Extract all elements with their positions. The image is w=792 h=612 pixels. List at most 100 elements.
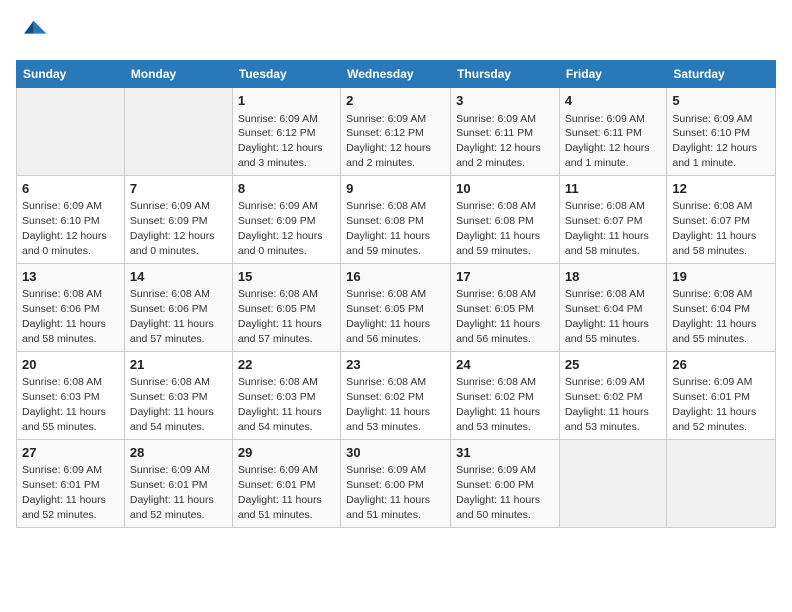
day-info: Sunrise: 6:08 AMSunset: 6:05 PMDaylight:… <box>238 288 322 345</box>
calendar-cell: 6 Sunrise: 6:09 AMSunset: 6:10 PMDayligh… <box>17 175 125 263</box>
calendar-cell: 29 Sunrise: 6:09 AMSunset: 6:01 PMDaylig… <box>232 439 340 527</box>
calendar-cell <box>124 88 232 176</box>
day-number: 20 <box>22 356 119 374</box>
day-number: 31 <box>456 444 554 462</box>
day-info: Sunrise: 6:08 AMSunset: 6:08 PMDaylight:… <box>346 200 430 257</box>
weekday-header-cell: Thursday <box>451 61 560 88</box>
day-info: Sunrise: 6:09 AMSunset: 6:01 PMDaylight:… <box>238 464 322 521</box>
day-info: Sunrise: 6:08 AMSunset: 6:06 PMDaylight:… <box>22 288 106 345</box>
calendar-cell: 2 Sunrise: 6:09 AMSunset: 6:12 PMDayligh… <box>341 88 451 176</box>
day-info: Sunrise: 6:08 AMSunset: 6:08 PMDaylight:… <box>456 200 540 257</box>
day-info: Sunrise: 6:08 AMSunset: 6:04 PMDaylight:… <box>672 288 756 345</box>
calendar-cell: 30 Sunrise: 6:09 AMSunset: 6:00 PMDaylig… <box>341 439 451 527</box>
day-number: 21 <box>130 356 227 374</box>
day-number: 30 <box>346 444 445 462</box>
day-number: 4 <box>565 92 661 110</box>
day-number: 23 <box>346 356 445 374</box>
day-number: 11 <box>565 180 661 198</box>
calendar-cell: 20 Sunrise: 6:08 AMSunset: 6:03 PMDaylig… <box>17 351 125 439</box>
calendar-cell: 24 Sunrise: 6:08 AMSunset: 6:02 PMDaylig… <box>451 351 560 439</box>
day-info: Sunrise: 6:09 AMSunset: 6:01 PMDaylight:… <box>130 464 214 521</box>
day-number: 22 <box>238 356 335 374</box>
calendar-cell: 14 Sunrise: 6:08 AMSunset: 6:06 PMDaylig… <box>124 263 232 351</box>
weekday-header-cell: Tuesday <box>232 61 340 88</box>
day-info: Sunrise: 6:09 AMSunset: 6:00 PMDaylight:… <box>456 464 540 521</box>
calendar-cell: 9 Sunrise: 6:08 AMSunset: 6:08 PMDayligh… <box>341 175 451 263</box>
page-header <box>16 16 776 48</box>
calendar-week-row: 1 Sunrise: 6:09 AMSunset: 6:12 PMDayligh… <box>17 88 776 176</box>
calendar-week-row: 27 Sunrise: 6:09 AMSunset: 6:01 PMDaylig… <box>17 439 776 527</box>
day-info: Sunrise: 6:09 AMSunset: 6:00 PMDaylight:… <box>346 464 430 521</box>
day-number: 19 <box>672 268 770 286</box>
day-info: Sunrise: 6:08 AMSunset: 6:03 PMDaylight:… <box>22 376 106 433</box>
day-number: 6 <box>22 180 119 198</box>
calendar-cell: 31 Sunrise: 6:09 AMSunset: 6:00 PMDaylig… <box>451 439 560 527</box>
weekday-header-cell: Friday <box>559 61 666 88</box>
weekday-header-cell: Sunday <box>17 61 125 88</box>
calendar-week-row: 13 Sunrise: 6:08 AMSunset: 6:06 PMDaylig… <box>17 263 776 351</box>
weekday-header-row: SundayMondayTuesdayWednesdayThursdayFrid… <box>17 61 776 88</box>
calendar-cell: 18 Sunrise: 6:08 AMSunset: 6:04 PMDaylig… <box>559 263 666 351</box>
calendar-week-row: 20 Sunrise: 6:08 AMSunset: 6:03 PMDaylig… <box>17 351 776 439</box>
calendar-cell: 25 Sunrise: 6:09 AMSunset: 6:02 PMDaylig… <box>559 351 666 439</box>
day-info: Sunrise: 6:09 AMSunset: 6:12 PMDaylight:… <box>346 113 431 170</box>
day-info: Sunrise: 6:08 AMSunset: 6:05 PMDaylight:… <box>456 288 540 345</box>
day-info: Sunrise: 6:08 AMSunset: 6:03 PMDaylight:… <box>130 376 214 433</box>
day-number: 17 <box>456 268 554 286</box>
day-info: Sunrise: 6:08 AMSunset: 6:06 PMDaylight:… <box>130 288 214 345</box>
day-number: 26 <box>672 356 770 374</box>
day-info: Sunrise: 6:09 AMSunset: 6:12 PMDaylight:… <box>238 113 323 170</box>
calendar-cell: 1 Sunrise: 6:09 AMSunset: 6:12 PMDayligh… <box>232 88 340 176</box>
day-info: Sunrise: 6:09 AMSunset: 6:01 PMDaylight:… <box>672 376 756 433</box>
calendar-cell: 19 Sunrise: 6:08 AMSunset: 6:04 PMDaylig… <box>667 263 776 351</box>
day-number: 24 <box>456 356 554 374</box>
calendar-cell: 23 Sunrise: 6:08 AMSunset: 6:02 PMDaylig… <box>341 351 451 439</box>
day-info: Sunrise: 6:09 AMSunset: 6:10 PMDaylight:… <box>672 113 757 170</box>
calendar-cell <box>17 88 125 176</box>
day-number: 28 <box>130 444 227 462</box>
day-number: 12 <box>672 180 770 198</box>
calendar-cell: 15 Sunrise: 6:08 AMSunset: 6:05 PMDaylig… <box>232 263 340 351</box>
calendar-cell: 11 Sunrise: 6:08 AMSunset: 6:07 PMDaylig… <box>559 175 666 263</box>
calendar-cell: 27 Sunrise: 6:09 AMSunset: 6:01 PMDaylig… <box>17 439 125 527</box>
calendar-cell: 26 Sunrise: 6:09 AMSunset: 6:01 PMDaylig… <box>667 351 776 439</box>
day-number: 15 <box>238 268 335 286</box>
day-info: Sunrise: 6:09 AMSunset: 6:09 PMDaylight:… <box>130 200 215 257</box>
calendar-cell: 28 Sunrise: 6:09 AMSunset: 6:01 PMDaylig… <box>124 439 232 527</box>
day-info: Sunrise: 6:09 AMSunset: 6:09 PMDaylight:… <box>238 200 323 257</box>
weekday-header-cell: Wednesday <box>341 61 451 88</box>
day-info: Sunrise: 6:08 AMSunset: 6:02 PMDaylight:… <box>456 376 540 433</box>
day-number: 25 <box>565 356 661 374</box>
day-number: 1 <box>238 92 335 110</box>
day-number: 18 <box>565 268 661 286</box>
day-info: Sunrise: 6:08 AMSunset: 6:03 PMDaylight:… <box>238 376 322 433</box>
logo-icon <box>16 16 48 48</box>
day-number: 29 <box>238 444 335 462</box>
calendar-cell: 13 Sunrise: 6:08 AMSunset: 6:06 PMDaylig… <box>17 263 125 351</box>
day-number: 7 <box>130 180 227 198</box>
day-number: 13 <box>22 268 119 286</box>
calendar-cell: 10 Sunrise: 6:08 AMSunset: 6:08 PMDaylig… <box>451 175 560 263</box>
calendar-cell: 22 Sunrise: 6:08 AMSunset: 6:03 PMDaylig… <box>232 351 340 439</box>
day-number: 9 <box>346 180 445 198</box>
day-info: Sunrise: 6:09 AMSunset: 6:11 PMDaylight:… <box>456 113 541 170</box>
day-number: 10 <box>456 180 554 198</box>
calendar-cell: 16 Sunrise: 6:08 AMSunset: 6:05 PMDaylig… <box>341 263 451 351</box>
calendar-cell: 21 Sunrise: 6:08 AMSunset: 6:03 PMDaylig… <box>124 351 232 439</box>
day-info: Sunrise: 6:08 AMSunset: 6:07 PMDaylight:… <box>672 200 756 257</box>
calendar-cell: 17 Sunrise: 6:08 AMSunset: 6:05 PMDaylig… <box>451 263 560 351</box>
day-number: 27 <box>22 444 119 462</box>
calendar-cell: 12 Sunrise: 6:08 AMSunset: 6:07 PMDaylig… <box>667 175 776 263</box>
weekday-header-cell: Saturday <box>667 61 776 88</box>
day-number: 8 <box>238 180 335 198</box>
calendar-table: SundayMondayTuesdayWednesdayThursdayFrid… <box>16 60 776 528</box>
day-info: Sunrise: 6:08 AMSunset: 6:02 PMDaylight:… <box>346 376 430 433</box>
logo <box>16 16 52 48</box>
calendar-cell <box>667 439 776 527</box>
calendar-week-row: 6 Sunrise: 6:09 AMSunset: 6:10 PMDayligh… <box>17 175 776 263</box>
day-number: 14 <box>130 268 227 286</box>
calendar-cell: 7 Sunrise: 6:09 AMSunset: 6:09 PMDayligh… <box>124 175 232 263</box>
day-info: Sunrise: 6:08 AMSunset: 6:05 PMDaylight:… <box>346 288 430 345</box>
calendar-body: 1 Sunrise: 6:09 AMSunset: 6:12 PMDayligh… <box>17 88 776 528</box>
calendar-cell: 4 Sunrise: 6:09 AMSunset: 6:11 PMDayligh… <box>559 88 666 176</box>
